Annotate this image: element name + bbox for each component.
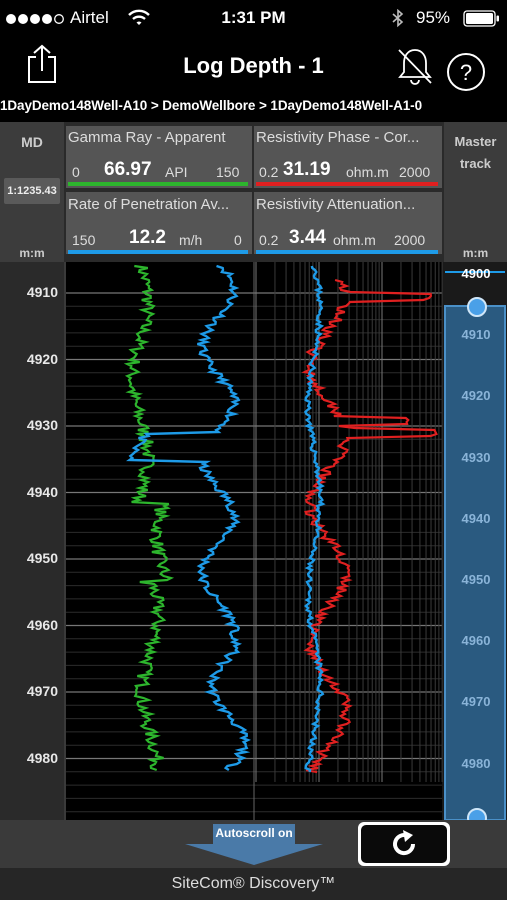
curve-color-bar [256,250,438,254]
log-tracks-canvas[interactable] [0,262,507,820]
master-depth-label: 4930 [461,449,491,465]
curve-min: 0.2 [259,164,279,180]
help-icon[interactable]: ? [446,52,486,92]
master-depth-label: 4920 [461,388,491,404]
depth-tick-label: 4930 [26,417,58,433]
app-footer: SiteCom® Discovery™ [0,868,507,900]
depth-tick-label: 4920 [26,350,58,367]
refresh-icon [393,830,416,856]
scale-indicator[interactable]: 1:1235.43 [4,178,60,204]
curve-max: 0 [234,232,242,248]
depth-tick-label: 4970 [26,683,58,699]
carrier-label: Airtel [70,8,109,27]
master-range-top-handle[interactable] [467,297,487,317]
resistivity-phase-curve [301,278,438,774]
track-separator [64,262,66,820]
master-track-header: Master track m:m [444,122,507,262]
curve-header-resistivity-phase[interactable]: Resistivity Phase - Cor... 0.2 31.19 ohm… [254,126,442,188]
svg-text:?: ? [460,60,472,85]
master-depth-label: 4940 [461,510,491,526]
curve-header-resistivity-attenuation[interactable]: Resistivity Attenuation... 0.2 3.44 ohm.… [254,192,442,254]
curve-value: 3.44 [289,227,326,248]
curve-color-bar [68,250,248,254]
curve-color-bar [256,182,438,186]
master-depth-label: 4960 [461,633,491,649]
refresh-button[interactable] [358,822,450,866]
depth-tick-label: 4980 [26,749,58,766]
curve-unit: API [165,164,188,180]
depth-tick-label: 4940 [26,483,58,500]
curve-name: Resistivity Attenuation... [256,196,416,213]
gamma-ray-curve [123,264,175,772]
curve-unit: m/h [179,232,203,248]
curve-min: 0.2 [259,232,279,248]
curve-color-bar [68,182,248,186]
master-range-bottom-handle[interactable] [467,808,487,820]
signal-dots-icon [6,14,64,24]
log-scale-grid [255,262,443,782]
battery-icon [463,10,499,27]
master-depth-label: 4950 [461,572,491,587]
md-column-header: MD 1:1235.43 m:m [0,122,64,262]
alert-bell-disabled-icon[interactable] [396,45,434,87]
battery-percent: 95% [416,8,451,27]
autoscroll-label: Autoscroll on [215,826,293,840]
master-depth-label: 4980 [461,755,491,771]
curve-max: 2000 [394,232,426,248]
clock-time: 1:31 PM [221,8,286,27]
master-depth-label: 4970 [461,694,491,710]
master-unit-label: m:m [462,246,489,260]
curve-min: 0 [72,164,80,180]
curve-max: 150 [216,164,240,180]
master-track-range[interactable] [444,305,506,820]
curve-unit: ohm.m [346,164,389,180]
bottom-toolbar: Autoscroll on [0,820,507,868]
master-depth-label: 4910 [461,327,491,343]
curve-value: 31.19 [283,159,331,180]
curve-min: 150 [72,232,96,248]
curve-value: 12.2 [129,227,166,248]
md-unit-label: m:m [19,246,45,260]
curve-header-gamma-ray[interactable]: Gamma Ray - Apparent 0 66.97 API 150 [66,126,252,188]
curve-header-rate-of-penetration[interactable]: Rate of Penetration Av... 150 12.2 m/h 0 [66,192,252,254]
depth-column-background [0,262,64,820]
curve-name: Resistivity Phase - Cor... [256,129,420,146]
curve-name: Rate of Penetration Av... [68,196,230,213]
master-track-label-line2: track [459,156,492,171]
curve-unit: ohm.m [333,232,376,248]
bluetooth-icon [392,9,404,28]
depth-tick-label: 4960 [26,616,58,633]
curve-value: 66.97 [104,159,152,180]
curve-max: 2000 [399,164,431,180]
track-header: MD 1:1235.43 m:m Gamma Ray - Apparent 0 … [0,122,507,262]
master-depth-label: 4900 [461,266,491,281]
nav-bar: Log Depth - 1 ? [0,36,507,98]
md-label: MD [21,134,43,150]
master-track-label-line1: Master [454,134,497,149]
status-bar: Airtel 1:31 PM 95% [0,0,507,36]
wifi-icon [128,9,150,25]
breadcrumb[interactable]: 1DayDemo148Well-A10 > DemoWellbore > 1Da… [0,98,507,118]
log-plot[interactable]: 4910 4920 4930 4940 4950 4960 4970 4980 4900 491… [0,262,507,820]
depth-tick-label: 4950 [26,550,58,566]
curve-name: Gamma Ray - Apparent [68,129,226,146]
depth-tick-label: 4910 [26,284,58,300]
